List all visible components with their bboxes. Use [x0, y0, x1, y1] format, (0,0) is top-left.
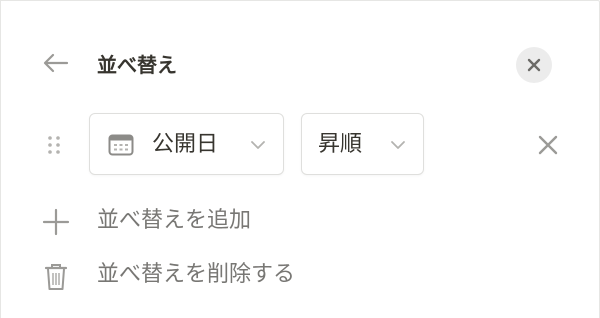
delete-sort-button[interactable]: 並べ替えを削除する: [41, 255, 361, 295]
chevron-down-icon: [251, 141, 265, 149]
page-title: 並べ替え: [97, 53, 177, 77]
add-sort-label: 並べ替えを追加: [97, 208, 252, 233]
chevron-down-icon: [391, 141, 405, 149]
back-button[interactable]: [41, 51, 73, 79]
arrow-left-icon: [43, 53, 69, 73]
drag-handle-icon: [48, 136, 60, 154]
sort-order-select[interactable]: 昇順: [301, 113, 424, 175]
calendar-icon: [108, 134, 134, 156]
add-sort-button[interactable]: 並べ替えを追加: [41, 201, 361, 241]
sort-header: 並べ替え: [41, 45, 561, 85]
sort-rule-row: 公開日 昇順: [41, 113, 571, 175]
close-button[interactable]: [516, 47, 552, 83]
remove-sort-rule-button[interactable]: [535, 132, 561, 158]
sort-order-label: 昇順: [318, 132, 363, 157]
delete-sort-label: 並べ替えを削除する: [97, 262, 296, 287]
sort-field-label: 公開日: [152, 132, 219, 157]
close-icon: [527, 58, 541, 72]
drag-handle[interactable]: [47, 135, 61, 155]
plus-icon: [42, 208, 70, 236]
close-icon: [538, 135, 558, 155]
trash-icon: [44, 264, 68, 290]
sort-panel: 並べ替え 公開日 昇順 並べ替えを追加 並べ替えを削除する: [0, 0, 600, 318]
sort-field-select[interactable]: 公開日: [89, 113, 284, 175]
